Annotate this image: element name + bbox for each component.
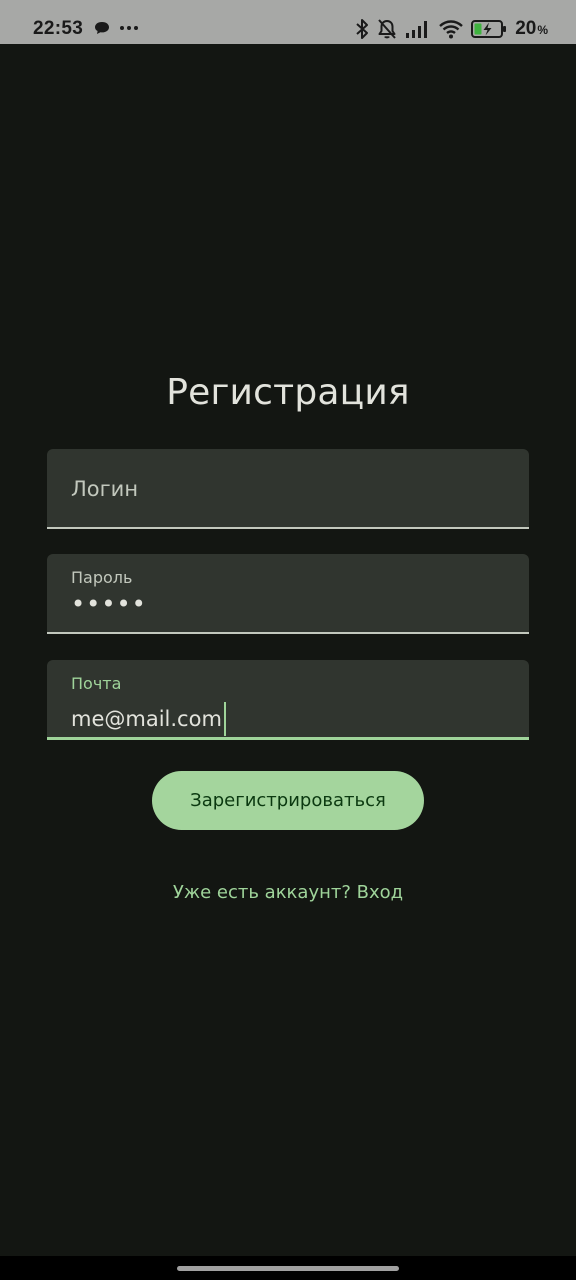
status-icons: 20% xyxy=(355,17,548,41)
battery-unit: % xyxy=(537,23,548,37)
bluetooth-icon xyxy=(356,19,369,39)
navigation-bar xyxy=(0,1256,576,1280)
battery-charging-icon xyxy=(471,20,507,38)
password-value: ••••• xyxy=(71,590,147,618)
register-button[interactable]: Зарегистрироваться xyxy=(152,771,424,830)
more-dots-icon xyxy=(120,26,138,30)
password-label: Пароль xyxy=(71,568,133,587)
home-gesture-handle[interactable] xyxy=(177,1266,399,1271)
page-title: Регистрация xyxy=(166,372,410,413)
login-field[interactable]: Логин xyxy=(47,449,529,529)
login-placeholder: Логин xyxy=(71,477,139,501)
signal-icon xyxy=(406,21,428,38)
email-value: me@mail.com xyxy=(71,707,222,731)
battery-value: 20 xyxy=(515,18,537,39)
wifi-icon xyxy=(439,20,464,39)
battery-percentage: 20% xyxy=(515,18,548,40)
email-value-wrap: me@mail.com xyxy=(71,702,226,736)
email-label: Почта xyxy=(71,674,122,693)
status-time: 22:53 xyxy=(33,18,84,39)
password-field[interactable]: Пароль ••••• xyxy=(47,554,529,634)
bell-off-icon xyxy=(378,19,396,39)
text-cursor xyxy=(223,702,226,736)
chat-bubble-icon xyxy=(95,22,109,34)
email-field[interactable]: Почта me@mail.com xyxy=(47,660,529,740)
login-link[interactable]: Уже есть аккаунт? Вход xyxy=(0,882,576,903)
status-bar: 22:53 20 % xyxy=(0,0,576,44)
